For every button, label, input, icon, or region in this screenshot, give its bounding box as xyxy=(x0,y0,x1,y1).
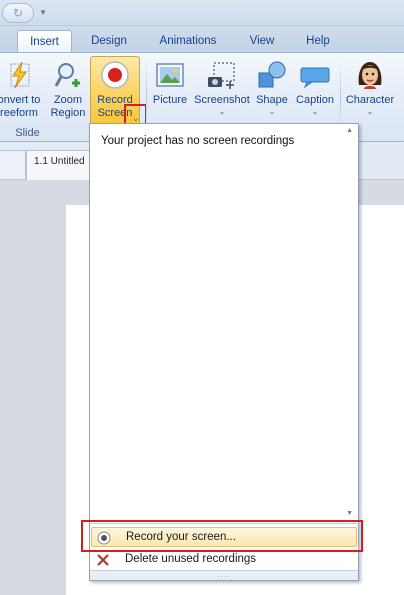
resize-grip[interactable]: .... xyxy=(90,570,358,580)
tab-view[interactable]: View xyxy=(240,30,284,52)
tab-design[interactable]: Design xyxy=(80,30,138,52)
document-tab-left[interactable] xyxy=(0,150,26,180)
caption-label: Caption xyxy=(296,94,334,106)
record-icon xyxy=(101,61,129,89)
lightning-icon xyxy=(10,61,30,89)
convert-freeform-label-1: onvert to xyxy=(0,94,41,106)
redo-button[interactable]: ↻ xyxy=(2,3,34,23)
character-dropdown-arrow[interactable]: ⌄ xyxy=(342,108,398,116)
screenshot-dropdown-arrow[interactable]: ⌄ xyxy=(192,108,252,116)
convert-to-freeform-button[interactable]: onvert to reeform xyxy=(0,57,44,127)
convert-freeform-label-2: reeform xyxy=(0,107,38,119)
customize-toolbar-button[interactable]: ▾ xyxy=(38,6,48,18)
caption-icon xyxy=(300,67,330,89)
delete-unused-recordings-label: Delete unused recordings xyxy=(125,553,257,565)
redo-arrow-icon: ↻ xyxy=(12,6,24,20)
caption-button[interactable]: Caption ⌄ xyxy=(292,57,338,127)
screenshot-icon xyxy=(208,62,235,89)
screenshot-button[interactable]: Screenshot ⌄ xyxy=(192,57,252,127)
record-item-highlight xyxy=(81,520,363,552)
character-avatar-icon xyxy=(358,62,382,89)
picture-icon xyxy=(156,63,184,87)
picture-label: Picture xyxy=(152,94,188,106)
group-label-slide: Slide xyxy=(15,127,40,139)
character-button[interactable]: Character ⌄ xyxy=(342,57,398,127)
scroll-up-arrow[interactable]: ▲ xyxy=(346,127,353,134)
zoom-region-label-1: Zoom xyxy=(53,94,83,106)
tab-insert[interactable]: Insert xyxy=(17,30,72,52)
character-label: Character xyxy=(345,94,395,106)
empty-recordings-message: Your project has no screen recordings xyxy=(101,135,295,147)
delete-x-icon xyxy=(97,554,109,566)
tab-help[interactable]: Help xyxy=(296,30,340,52)
document-tab[interactable]: 1.1 Untitled xyxy=(26,150,96,180)
shapes-icon xyxy=(258,61,286,88)
scroll-down-arrow[interactable]: ▼ xyxy=(346,510,353,517)
shape-label: Shape xyxy=(256,94,288,106)
screenshot-label: Screenshot xyxy=(194,94,250,106)
magnifier-plus-icon xyxy=(54,63,80,87)
zoom-region-label-2: Region xyxy=(50,107,86,119)
quick-access-toolbar: ↻ ▾ xyxy=(0,0,404,26)
shape-button[interactable]: Shape ⌄ xyxy=(253,57,291,127)
chevron-down-icon: ▾ xyxy=(40,7,46,17)
delete-unused-recordings-item[interactable]: Delete unused recordings xyxy=(91,550,357,570)
picture-button[interactable]: Picture xyxy=(149,57,191,127)
shape-dropdown-arrow[interactable]: ⌄ xyxy=(253,108,291,116)
ribbon-tab-bar: Insert Design Animations View Help xyxy=(0,26,404,52)
record-screen-dropdown-panel: Your project has no screen recordings ▲ … xyxy=(89,123,359,581)
caption-dropdown-arrow[interactable]: ⌄ xyxy=(292,108,338,116)
tab-animations[interactable]: Animations xyxy=(148,30,228,52)
zoom-region-button[interactable]: Zoom Region xyxy=(47,57,89,127)
